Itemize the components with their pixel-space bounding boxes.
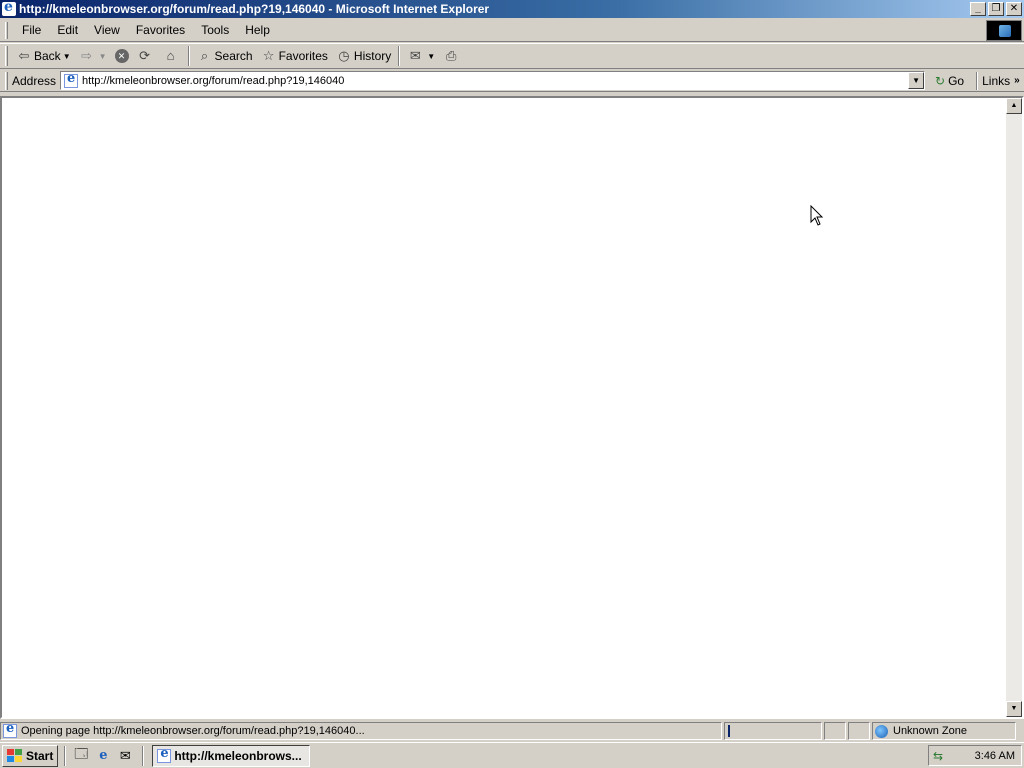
scroll-up-button[interactable]: ▲ [1006,98,1022,114]
mouse-cursor-icon [810,205,824,226]
mail-button[interactable]: ✉ ▼ [403,45,439,67]
outlook-express-icon[interactable]: ✉ [116,747,134,765]
address-dropdown-icon[interactable]: ▼ [908,72,925,89]
minimize-button[interactable]: _ [970,2,986,16]
task-separator [142,745,145,766]
taskbar: Start 🗔 e ✉ http://kmeleonbrows... ⇆ 3:4… [0,742,1024,768]
menu-view[interactable]: View [86,23,128,37]
start-label: Start [26,748,54,763]
page-content-frame: ▲ ▼ [0,96,1024,719]
links-button[interactable]: Links [982,74,1010,88]
toolbar-grip[interactable] [5,46,8,66]
windows-logo-throbber [986,20,1022,41]
task-label: http://kmeleonbrows... [174,748,302,763]
windows-flag-icon [7,748,23,763]
forward-button[interactable]: ⇨ ▼ [75,45,111,67]
back-arrow-icon: ⇦ [18,48,30,63]
menu-tools[interactable]: Tools [193,23,237,37]
menu-file[interactable]: File [14,23,49,37]
refresh-button[interactable]: ⟳ [133,45,159,67]
favorites-button[interactable]: ☆ Favorites [257,45,332,67]
scroll-down-button[interactable]: ▼ [1006,701,1022,717]
menu-favorites[interactable]: Favorites [128,23,193,37]
title-bar[interactable]: http://kmeleonbrowser.org/forum/read.php… [0,0,1024,18]
standard-toolbar: ⇦ Back ▼ ⇨ ▼ ✕ ⟳ ⌂ ⌕ Search ☆ Favorites … [0,43,1024,69]
globe-icon [875,724,888,738]
start-button[interactable]: Start [2,744,59,767]
close-button[interactable]: ✕ [1006,2,1022,16]
status-pane-empty [824,722,846,740]
progress-bar [728,725,730,737]
go-button[interactable]: ↻ Go [935,74,964,88]
menu-edit[interactable]: Edit [49,23,86,37]
history-icon: ◷ [338,48,350,63]
print-button[interactable]: ⎙ [439,45,465,67]
restore-button[interactable]: ❐ [988,2,1004,16]
mail-dropdown-icon[interactable]: ▼ [427,52,435,61]
search-label: Search [214,49,253,63]
menubar-grip[interactable] [5,21,8,39]
go-label: Go [948,73,965,88]
links-separator [976,71,979,90]
progress-pane [724,722,822,740]
quicklaunch-separator [64,745,67,766]
home-button[interactable]: ⌂ [159,45,185,67]
refresh-icon: ⟳ [139,48,150,63]
show-desktop-icon[interactable]: 🗔 [72,746,90,765]
history-label: History [353,49,392,63]
toolbar-separator [398,46,401,66]
status-pane-empty [848,722,870,740]
history-button[interactable]: ◷ History [332,45,395,67]
search-button[interactable]: ⌕ Search [193,45,257,67]
vertical-scrollbar[interactable]: ▲ ▼ [1006,98,1022,717]
stop-icon: ✕ [114,49,129,63]
menu-bar: File Edit View Favorites Tools Help [0,19,1024,42]
go-arrow-icon: ↻ [935,73,946,88]
zone-label: Unknown Zone [893,725,967,737]
address-label: Address [12,73,57,88]
back-button[interactable]: ⇦ Back ▼ [12,45,75,67]
mail-icon: ✉ [409,48,421,63]
stop-button[interactable]: ✕ [111,45,133,67]
toolbar-separator [187,46,190,66]
favorites-icon: ☆ [262,48,275,63]
status-bar: Opening page http://kmeleonbrowser.org/f… [0,721,1024,741]
forward-arrow-icon: ⇨ [81,48,93,63]
favorites-label: Favorites [278,49,328,63]
status-message-pane: Opening page http://kmeleonbrowser.org/f… [0,722,722,740]
address-input[interactable] [82,73,903,88]
system-tray: ⇆ 3:46 AM [928,745,1022,766]
search-icon: ⌕ [200,48,209,63]
zone-pane[interactable]: Unknown Zone [872,722,1016,740]
print-icon: ⎙ [445,48,457,63]
back-label: Back [34,49,61,63]
window-title: http://kmeleonbrowser.org/forum/read.php… [19,2,490,16]
clock[interactable]: 3:46 AM [975,750,1015,762]
ie-quicklaunch-icon[interactable]: e [94,747,112,765]
home-icon: ⌂ [166,48,175,63]
network-icon[interactable]: ⇆ [933,749,943,763]
status-message: Opening page http://kmeleonbrowser.org/f… [21,725,365,737]
links-chevron-icon[interactable]: » [1014,75,1020,86]
page-loading-icon [3,723,17,738]
ie-task-icon [157,746,172,763]
menu-help[interactable]: Help [237,23,278,37]
window-controls: _ ❐ ✕ [968,2,1022,16]
ie-app-icon[interactable] [2,0,16,16]
back-dropdown-icon[interactable]: ▼ [63,52,71,61]
forward-dropdown-icon[interactable]: ▼ [99,52,107,61]
taskbar-ie-window[interactable]: http://kmeleonbrows... [152,744,311,767]
page-content[interactable] [2,98,1006,717]
addressbar-grip[interactable] [5,71,8,90]
page-icon[interactable] [64,71,79,88]
address-field[interactable]: ▼ [60,71,926,90]
address-bar: Address ▼ ↻ Go Links » [0,70,1024,92]
